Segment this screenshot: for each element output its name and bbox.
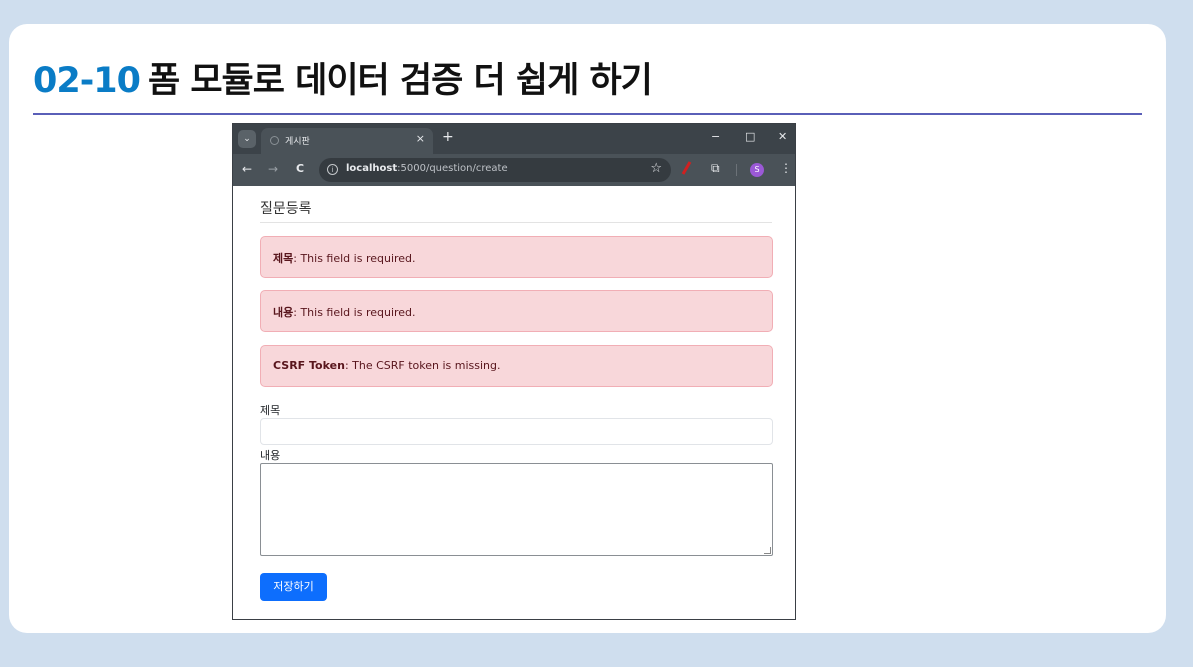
close-tab-icon[interactable]: ×: [416, 132, 425, 145]
error-alert-content: 내용: This field is required.: [260, 290, 773, 332]
save-button[interactable]: 저장하기: [260, 573, 327, 601]
pen-extension-icon[interactable]: [681, 161, 692, 175]
subject-input[interactable]: [260, 418, 773, 445]
subject-label: 제목: [260, 404, 281, 417]
close-window-icon[interactable]: ✕: [778, 130, 787, 143]
url-path: :5000/question/create: [397, 163, 508, 174]
tab-bar: ⌄ 게시판 × + − □ ✕: [233, 124, 795, 154]
alert-field: 내용: [273, 306, 294, 319]
back-arrow-icon[interactable]: ←: [242, 162, 252, 176]
slide-title: 02-10 폼 모듈로 데이터 검증 더 쉽게 하기: [33, 52, 653, 103]
new-tab-button[interactable]: +: [442, 129, 454, 145]
resize-handle-icon[interactable]: [764, 547, 771, 554]
menu-kebab-icon[interactable]: ⋮: [780, 161, 792, 175]
forward-arrow-icon[interactable]: →: [268, 162, 278, 176]
alert-message: : This field is required.: [293, 252, 416, 265]
tab-title: 게시판: [285, 137, 310, 147]
browser-tab[interactable]: 게시판 ×: [261, 128, 433, 154]
slide-title-text: 폼 모듈로 데이터 검증 더 쉽게 하기: [147, 61, 653, 101]
title-divider: [33, 113, 1142, 115]
content-label: 내용: [260, 449, 281, 462]
bookmark-star-icon[interactable]: ☆: [650, 161, 662, 176]
maximize-icon[interactable]: □: [745, 130, 755, 143]
alert-message: : The CSRF token is missing.: [344, 359, 501, 372]
profile-avatar[interactable]: S: [750, 163, 764, 177]
browser-toolbar: ← → C i localhost:5000/question/create ☆…: [233, 154, 795, 186]
content-textarea[interactable]: [260, 463, 773, 556]
alert-field: CSRF Token: [273, 359, 345, 372]
globe-icon: [270, 136, 279, 145]
site-info-icon[interactable]: i: [327, 164, 338, 175]
extensions-puzzle-icon[interactable]: ⧉: [711, 161, 720, 176]
alert-message: : This field is required.: [293, 306, 416, 319]
error-alert-subject: 제목: This field is required.: [260, 236, 773, 278]
heading-divider: [260, 222, 772, 223]
alert-field: 제목: [273, 252, 294, 265]
tab-search-icon[interactable]: ⌄: [238, 130, 256, 148]
minimize-icon[interactable]: −: [711, 130, 720, 143]
page-content: 질문등록 제목: This field is required. 내용: Thi…: [233, 186, 795, 619]
url-text: localhost:5000/question/create: [346, 163, 508, 174]
page-title: 질문등록: [260, 201, 312, 217]
address-bar[interactable]: i localhost:5000/question/create ☆: [319, 158, 671, 182]
browser-window: ⌄ 게시판 × + − □ ✕ ← → C i localhost:5000/q…: [232, 123, 796, 620]
reload-icon[interactable]: C: [296, 162, 304, 175]
slide-title-number: 02-10: [33, 61, 141, 101]
toolbar-divider: [736, 164, 737, 176]
error-alert-csrf: CSRF Token: The CSRF token is missing.: [260, 345, 773, 387]
url-host: localhost: [346, 163, 398, 174]
